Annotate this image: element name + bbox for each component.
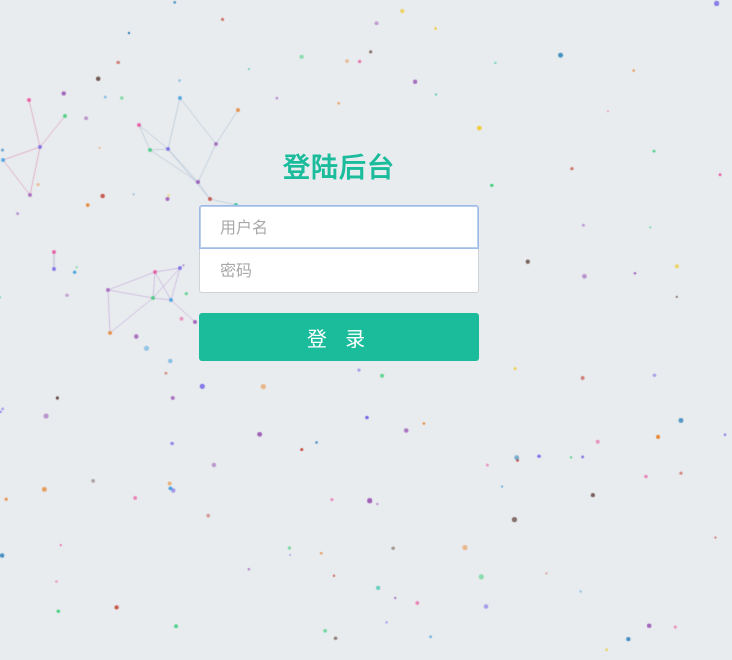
username-input[interactable] bbox=[199, 205, 479, 249]
login-button[interactable]: 登 录 bbox=[199, 313, 479, 361]
login-title: 登陆后台 bbox=[283, 153, 395, 184]
login-panel: 登陆后台 登 录 bbox=[199, 150, 479, 361]
password-input[interactable] bbox=[199, 249, 479, 293]
login-form bbox=[199, 205, 479, 293]
